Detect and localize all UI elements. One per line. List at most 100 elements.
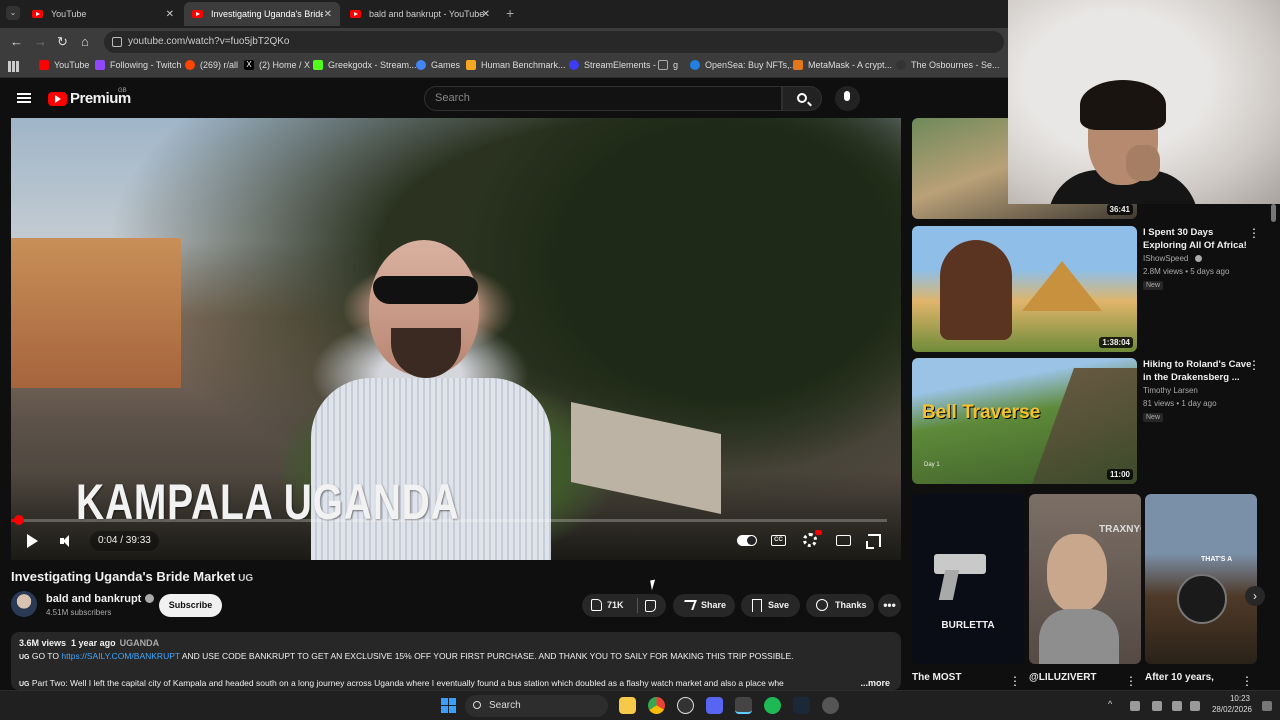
notification-icon[interactable] (1262, 701, 1272, 711)
browser-tab-youtube[interactable]: YouTube ✕ (24, 4, 182, 24)
channel-name[interactable]: bald and bankrupt (46, 593, 155, 605)
tray-chevron-icon[interactable]: ^ (1108, 699, 1118, 709)
captions-icon[interactable]: CC (771, 535, 786, 546)
forward-icon[interactable]: → (34, 34, 47, 49)
bookmark-item[interactable]: Following - Twitch (95, 60, 181, 70)
steam-icon[interactable] (793, 697, 810, 714)
clock-time[interactable]: 10:23 (1210, 694, 1250, 703)
sidebar-scrollbar[interactable] (1271, 204, 1276, 222)
tab-close-icon[interactable]: ✕ (324, 9, 332, 20)
bookmark-label: OpenSea: Buy NFTs,... (705, 60, 798, 70)
discord-icon[interactable] (706, 697, 723, 714)
scrubber-handle[interactable] (14, 515, 24, 525)
recommendation-thumbnail[interactable]: Bell Traverse Day 1 11:00 (912, 358, 1137, 484)
volume-tray-icon[interactable] (1190, 701, 1200, 711)
back-icon[interactable]: ← (10, 34, 23, 49)
bookmark-item[interactable]: MetaMask - A crypt... (793, 60, 892, 70)
bookmark-item[interactable]: StreamElements - (569, 60, 656, 70)
network-icon[interactable] (1172, 701, 1182, 711)
video-player[interactable]: KAMPALA UGANDA (11, 118, 901, 560)
more-actions-button[interactable]: ••• (878, 594, 901, 617)
microphone-icon[interactable] (1152, 701, 1162, 711)
bookmark-item[interactable]: X (2) Home / X (244, 60, 310, 70)
play-icon[interactable] (27, 534, 38, 548)
more-options-icon[interactable]: ⋮ (1248, 226, 1260, 240)
short-thumbnail[interactable]: TRAXNYC (1029, 494, 1141, 664)
recommendation-channel[interactable]: IShowSpeed (1143, 254, 1202, 263)
thumbnail-text: Bell Traverse (922, 402, 1041, 423)
taskbar-search[interactable]: Search (465, 695, 608, 717)
bookmark-item[interactable]: Greekgodx - Stream... (313, 60, 417, 70)
short-title[interactable]: @LILUZIVERT (1029, 672, 1097, 683)
dislike-icon[interactable] (645, 600, 656, 612)
tab-close-icon[interactable]: ✕ (166, 9, 174, 20)
new-tab-icon[interactable]: + (506, 5, 514, 21)
file-explorer-icon[interactable] (619, 697, 636, 714)
show-more-link[interactable]: ...more (860, 678, 890, 688)
reload-icon[interactable]: ↻ (57, 34, 68, 50)
like-count[interactable]: 71K (607, 594, 624, 617)
more-options-icon[interactable]: ⋮ (1248, 358, 1260, 372)
short-title[interactable]: The MOST (912, 672, 961, 683)
channel-avatar[interactable] (11, 591, 37, 617)
progress-bar[interactable] (11, 515, 887, 525)
thanks-button[interactable]: Thanks (806, 594, 874, 617)
spotify-icon[interactable] (764, 697, 781, 714)
apps-grid-icon[interactable] (8, 61, 19, 72)
miniplayer-icon[interactable] (836, 535, 851, 546)
volume-icon[interactable] (60, 534, 74, 548)
home-icon[interactable]: ⌂ (81, 34, 89, 49)
search-button[interactable] (782, 86, 822, 111)
description-box[interactable]: 3.6M views 1 year ago UGANDA UG GO TO htt… (11, 632, 901, 690)
settings-gear-icon[interactable] (803, 530, 822, 547)
recommendation-title[interactable]: I Spent 30 Days Exploring All Of Africa! (1143, 226, 1253, 252)
pistol-grip-shape (938, 570, 960, 600)
more-options-icon[interactable]: ⋮ (1009, 674, 1021, 688)
bookmark-item[interactable]: YouTube (39, 60, 89, 70)
share-label: Share (701, 600, 727, 610)
windows-start-icon[interactable] (441, 698, 456, 713)
short-title[interactable]: After 10 years, (1145, 672, 1214, 683)
hashtag[interactable]: UGANDA (120, 638, 160, 648)
tray-app-icon[interactable] (1130, 701, 1140, 711)
more-options-icon[interactable]: ⋮ (1125, 674, 1137, 688)
recommendation-title[interactable]: Hiking to Roland's Cave in the Drakensbe… (1143, 358, 1253, 384)
more-options-icon[interactable]: ⋮ (1241, 674, 1253, 688)
browser-tab-active[interactable]: Investigating Uganda's Bride M ✕ (184, 2, 340, 26)
share-button[interactable]: Share (673, 594, 735, 617)
url-field[interactable]: youtube.com/watch?v=fuo5jbT2QKo (104, 31, 1004, 53)
fullscreen-icon[interactable] (866, 534, 881, 549)
bookmark-folder[interactable]: g (658, 60, 678, 70)
like-icon[interactable] (591, 599, 602, 611)
youtube-favicon-icon (192, 10, 203, 18)
app-icon[interactable] (822, 697, 839, 714)
autoplay-toggle-icon[interactable] (737, 535, 757, 546)
tab-search-menu-icon[interactable]: ⌄ (6, 6, 20, 20)
recommendation-channel[interactable]: Timothy Larsen (1143, 386, 1198, 395)
chrome-icon[interactable] (648, 697, 665, 714)
voice-search-icon[interactable] (835, 86, 860, 111)
save-button[interactable]: Save (741, 594, 800, 617)
bookmark-item[interactable]: Games (416, 60, 460, 70)
bookmark-item[interactable]: OpenSea: Buy NFTs,... (690, 60, 797, 70)
shorts-next-arrow-icon[interactable]: › (1245, 586, 1265, 606)
youtube-premium-logo[interactable]: Premium GB (48, 88, 131, 107)
browser-tab-bald-and-bankrupt[interactable]: bald and bankrupt - YouTube ✕ (342, 4, 498, 24)
bookmark-item[interactable]: (269) r/all (185, 60, 238, 70)
recommendation-thumbnail[interactable]: 1:38:04 (912, 226, 1137, 352)
short-thumbnail[interactable]: BURLETTA (912, 494, 1024, 664)
sponsor-link[interactable]: https://SAILY.COM/BANKRUPT (61, 651, 180, 661)
tab-close-icon[interactable]: ✕ (482, 9, 490, 20)
obs-icon[interactable] (677, 697, 694, 714)
browser-app-icon[interactable] (735, 697, 752, 714)
subscribe-button[interactable]: Subscribe (159, 594, 222, 617)
bookmark-item[interactable]: Human Benchmark... (466, 60, 566, 70)
short-thumbnail[interactable]: THAT'S A (1145, 494, 1257, 664)
search-input[interactable]: Search (424, 86, 782, 111)
clock-date[interactable]: 28/02/2026 (1206, 705, 1252, 714)
menu-icon[interactable] (17, 93, 31, 103)
taskbar-search-label: Search (489, 700, 521, 711)
site-info-icon[interactable] (112, 37, 122, 47)
upload-age: 1 year ago (71, 638, 116, 648)
bookmark-item[interactable]: The Osbournes - Se... (896, 60, 1000, 70)
